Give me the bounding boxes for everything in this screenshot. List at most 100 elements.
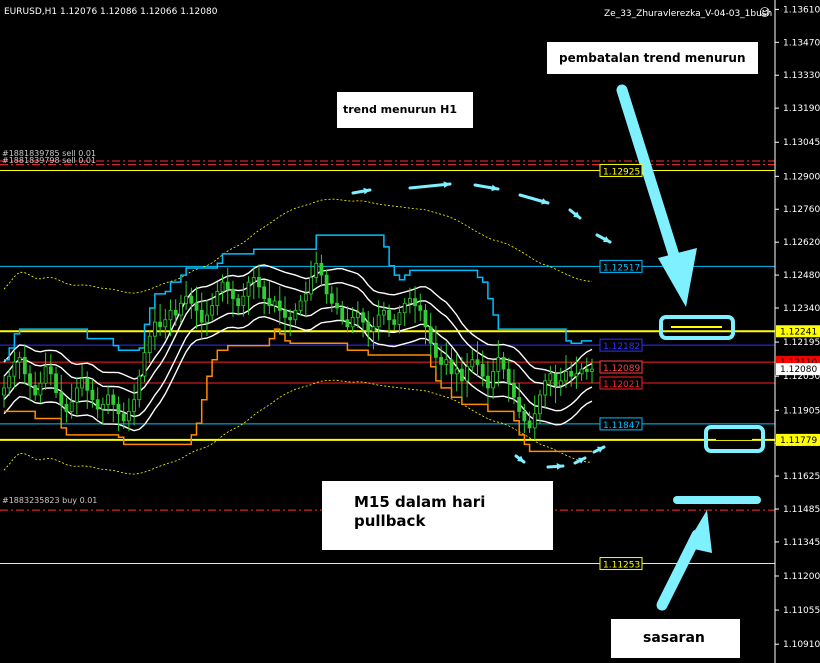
candle-body-58: [303, 293, 308, 302]
candle-body-65: [340, 307, 345, 321]
candle-body-75: [392, 319, 397, 325]
candle-body-49: [257, 277, 261, 288]
candle-body-112: [584, 368, 589, 372]
annotation-trend-cancel: pembatalan trend menurun: [547, 42, 758, 74]
candle-body-1: [7, 375, 12, 389]
candle-body-37: [194, 302, 199, 311]
candle-body-89: [465, 366, 470, 382]
candle-body-15: [80, 378, 84, 389]
candle-body-109: [569, 371, 574, 377]
candle-body-113: [590, 368, 594, 372]
candle-body-40: [210, 305, 215, 316]
price-label-text-6: 1.11253: [603, 561, 640, 571]
axis-tick-label-7: 1.12620: [783, 238, 820, 248]
annotation-target: sasaran: [611, 619, 740, 658]
price-label-text-2: 1.12182: [603, 342, 640, 352]
axis-tick-label-18: 1.11055: [783, 606, 820, 616]
axis-tick-label-6: 1.12760: [783, 205, 820, 215]
candle-body-34: [179, 302, 183, 316]
price-label-text-5: 1.11847: [603, 421, 640, 431]
candle-body-28: [147, 335, 152, 354]
candle-body-21: [111, 394, 116, 405]
candle-body-10: [54, 373, 58, 394]
order-label-sell-2: #1881839798 sell 0.01: [2, 156, 96, 165]
candle-body-83: [433, 342, 438, 358]
candle-body-63: [329, 293, 334, 304]
candle-body-84: [439, 356, 443, 365]
candle-body-24: [126, 411, 131, 422]
candle-body-0: [2, 387, 6, 396]
axis-tick-label-3: 1.13190: [783, 104, 820, 114]
candle-body-86: [449, 359, 454, 375]
candle-body-96: [501, 356, 506, 370]
candle-body-97: [506, 368, 511, 384]
chart-symbol-info: EURUSD,H1 1.12076 1.12086 1.12066 1.1208…: [4, 7, 218, 17]
candle-body-11: [59, 392, 64, 405]
candle-body-60: [314, 262, 319, 278]
price-label-text-0: 1.12925: [603, 167, 640, 177]
candle-body-70: [366, 321, 371, 332]
candle-body-100: [522, 411, 527, 422]
axis-tick-label-14: 1.11625: [783, 472, 820, 482]
candle-body-42: [220, 281, 225, 292]
candle-body-9: [48, 366, 53, 375]
price-label-text-1: 1.12517: [603, 263, 640, 273]
candle-body-94: [491, 371, 496, 389]
axis-price-tag-text-3: 1.12080: [780, 365, 817, 375]
axis-price-tag-text-0: 1.12241: [780, 327, 817, 337]
candle-body-104: [543, 380, 548, 396]
candle-body-54: [283, 309, 287, 318]
candle-body-55: [288, 316, 293, 321]
candle-body-95: [496, 356, 501, 372]
price-label-text-3: 1.12089: [603, 364, 640, 374]
candle-body-46: [241, 295, 246, 307]
annotation-m15-line1: M15 dalam hari: [354, 493, 486, 511]
candle-body-29: [153, 321, 157, 337]
axis-price-tag-text-1: 1.11779: [780, 436, 817, 446]
candle-body-12: [64, 403, 69, 412]
candle-body-61: [319, 262, 324, 276]
candle-body-68: [355, 312, 360, 318]
candle-body-35: [184, 295, 189, 304]
price-label-text-4: 1.12021: [603, 380, 640, 390]
candle-body-38: [199, 309, 204, 323]
axis-tick-label-2: 1.13330: [783, 71, 820, 81]
axis-tick-label-19: 1.10910: [783, 640, 820, 650]
candle-body-69: [361, 312, 365, 323]
candle-body-2: [12, 361, 17, 377]
candle-body-62: [324, 274, 329, 295]
candle-body-106: [553, 373, 558, 386]
smiley-icon[interactable]: ☺: [759, 6, 770, 19]
candle-body-93: [486, 375, 490, 389]
annotation-downtrend-h1: trend menurun H1: [337, 92, 473, 128]
candle-body-77: [402, 302, 407, 314]
candle-body-32: [168, 309, 173, 321]
axis-tick-label-0: 1.13610: [783, 5, 820, 15]
candle-body-110: [574, 373, 579, 377]
axis-tick-label-4: 1.13045: [783, 138, 820, 148]
annotation-m15-pullback: M15 dalam hari pullback: [322, 481, 553, 550]
candle-body-3: [17, 356, 22, 363]
candle-body-80: [418, 305, 423, 311]
candle-body-103: [538, 394, 542, 415]
candle-body-108: [564, 371, 568, 382]
candle-body-45: [236, 298, 241, 307]
candle-body-66: [345, 319, 350, 328]
candle-body-25: [132, 399, 136, 412]
candle-body-43: [225, 281, 230, 290]
axis-tick-label-1: 1.13470: [783, 38, 820, 48]
candle-body-30: [158, 321, 163, 328]
candle-body-7: [38, 382, 43, 396]
candle-body-73: [381, 309, 386, 316]
candle-body-44: [231, 288, 235, 299]
candle-body-23: [121, 413, 126, 422]
candle-body-64: [335, 302, 339, 309]
axis-tick-label-17: 1.11200: [783, 572, 820, 582]
candle-body-19: [100, 403, 105, 410]
candle-body-4: [22, 356, 27, 375]
candle-body-98: [512, 382, 516, 398]
candle-body-17: [90, 389, 95, 401]
candle-body-111: [579, 368, 584, 375]
order-label-buy: #1883235823 buy 0.01: [2, 496, 97, 505]
candle-body-71: [371, 326, 376, 332]
